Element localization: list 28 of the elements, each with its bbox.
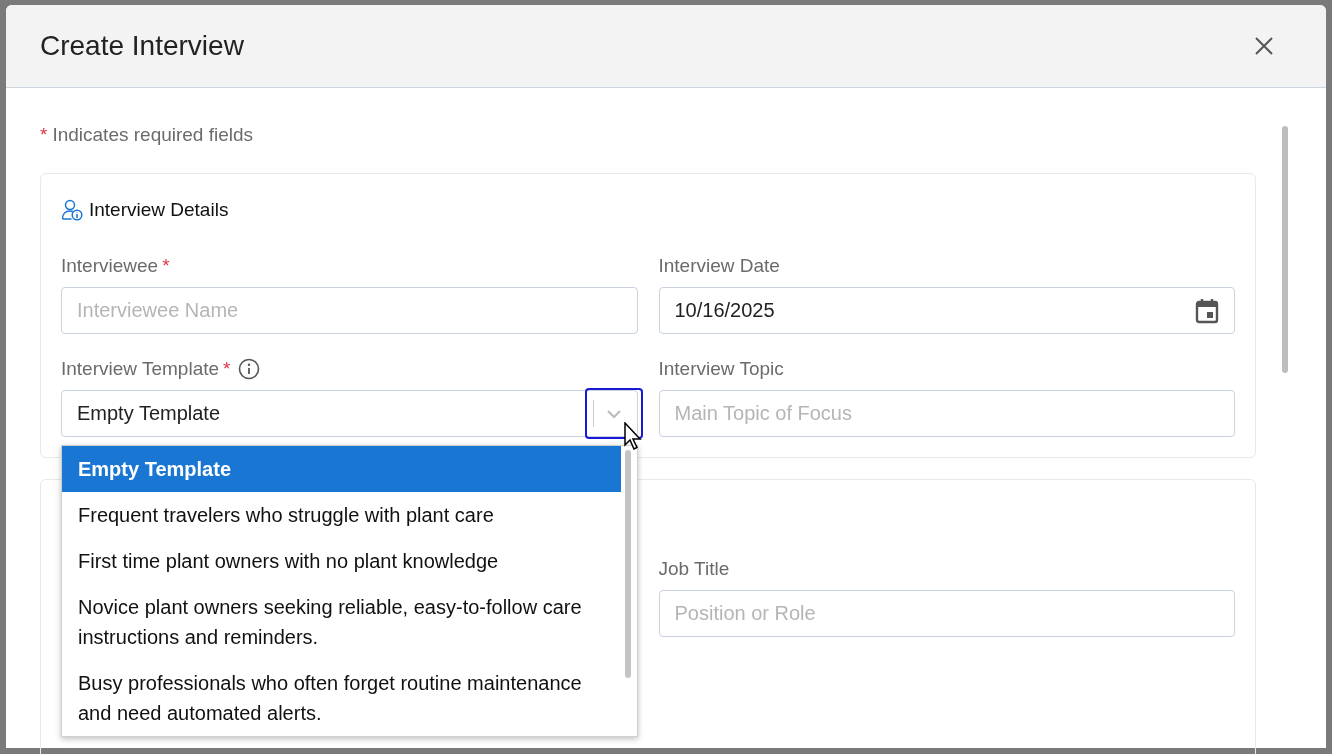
required-asterisk: * bbox=[223, 358, 231, 380]
field-label: Interviewee bbox=[61, 255, 159, 277]
required-asterisk: * bbox=[40, 123, 48, 147]
info-icon[interactable] bbox=[238, 358, 261, 380]
dialog-title: Create Interview bbox=[40, 30, 244, 62]
dropdown-option[interactable]: First time plant owners with no plant knowledge bbox=[62, 538, 621, 584]
scrollbar[interactable] bbox=[1282, 126, 1288, 373]
dropdown-toggle[interactable] bbox=[584, 388, 643, 439]
close-icon bbox=[1254, 36, 1274, 56]
required-note: Indicates required fields bbox=[52, 123, 254, 147]
required-asterisk: * bbox=[162, 255, 170, 277]
scrollbar[interactable] bbox=[624, 450, 631, 678]
chevron-down-icon bbox=[605, 408, 622, 419]
dropdown-option[interactable]: Novice plant owners seeking reliable, easy-to-follow care instructions and reminders. bbox=[62, 584, 621, 660]
section-title: Interview Details bbox=[89, 199, 229, 221]
text-input[interactable]: Interviewee Name bbox=[61, 287, 638, 334]
dropdown-option[interactable]: Empty Template bbox=[62, 446, 621, 492]
field-label: Interview Date bbox=[658, 255, 780, 277]
date-field[interactable]: 10/16/2025 bbox=[658, 287, 1235, 334]
dropdown-option[interactable]: Busy professionals who often forget routine maintenance and need automated alerts. bbox=[62, 660, 621, 736]
user-info-icon bbox=[61, 199, 83, 221]
field-label: Interview Topic bbox=[658, 358, 784, 380]
field-label: Interview Template bbox=[61, 358, 220, 380]
calendar-icon[interactable] bbox=[1195, 297, 1219, 324]
field-label: Job Title bbox=[658, 558, 730, 580]
dropdown-option[interactable]: Frequent travelers who struggle with plant care bbox=[62, 492, 621, 538]
text-input[interactable]: Main Topic of Focus bbox=[658, 390, 1235, 437]
text-input[interactable]: Position or Role bbox=[658, 590, 1235, 637]
